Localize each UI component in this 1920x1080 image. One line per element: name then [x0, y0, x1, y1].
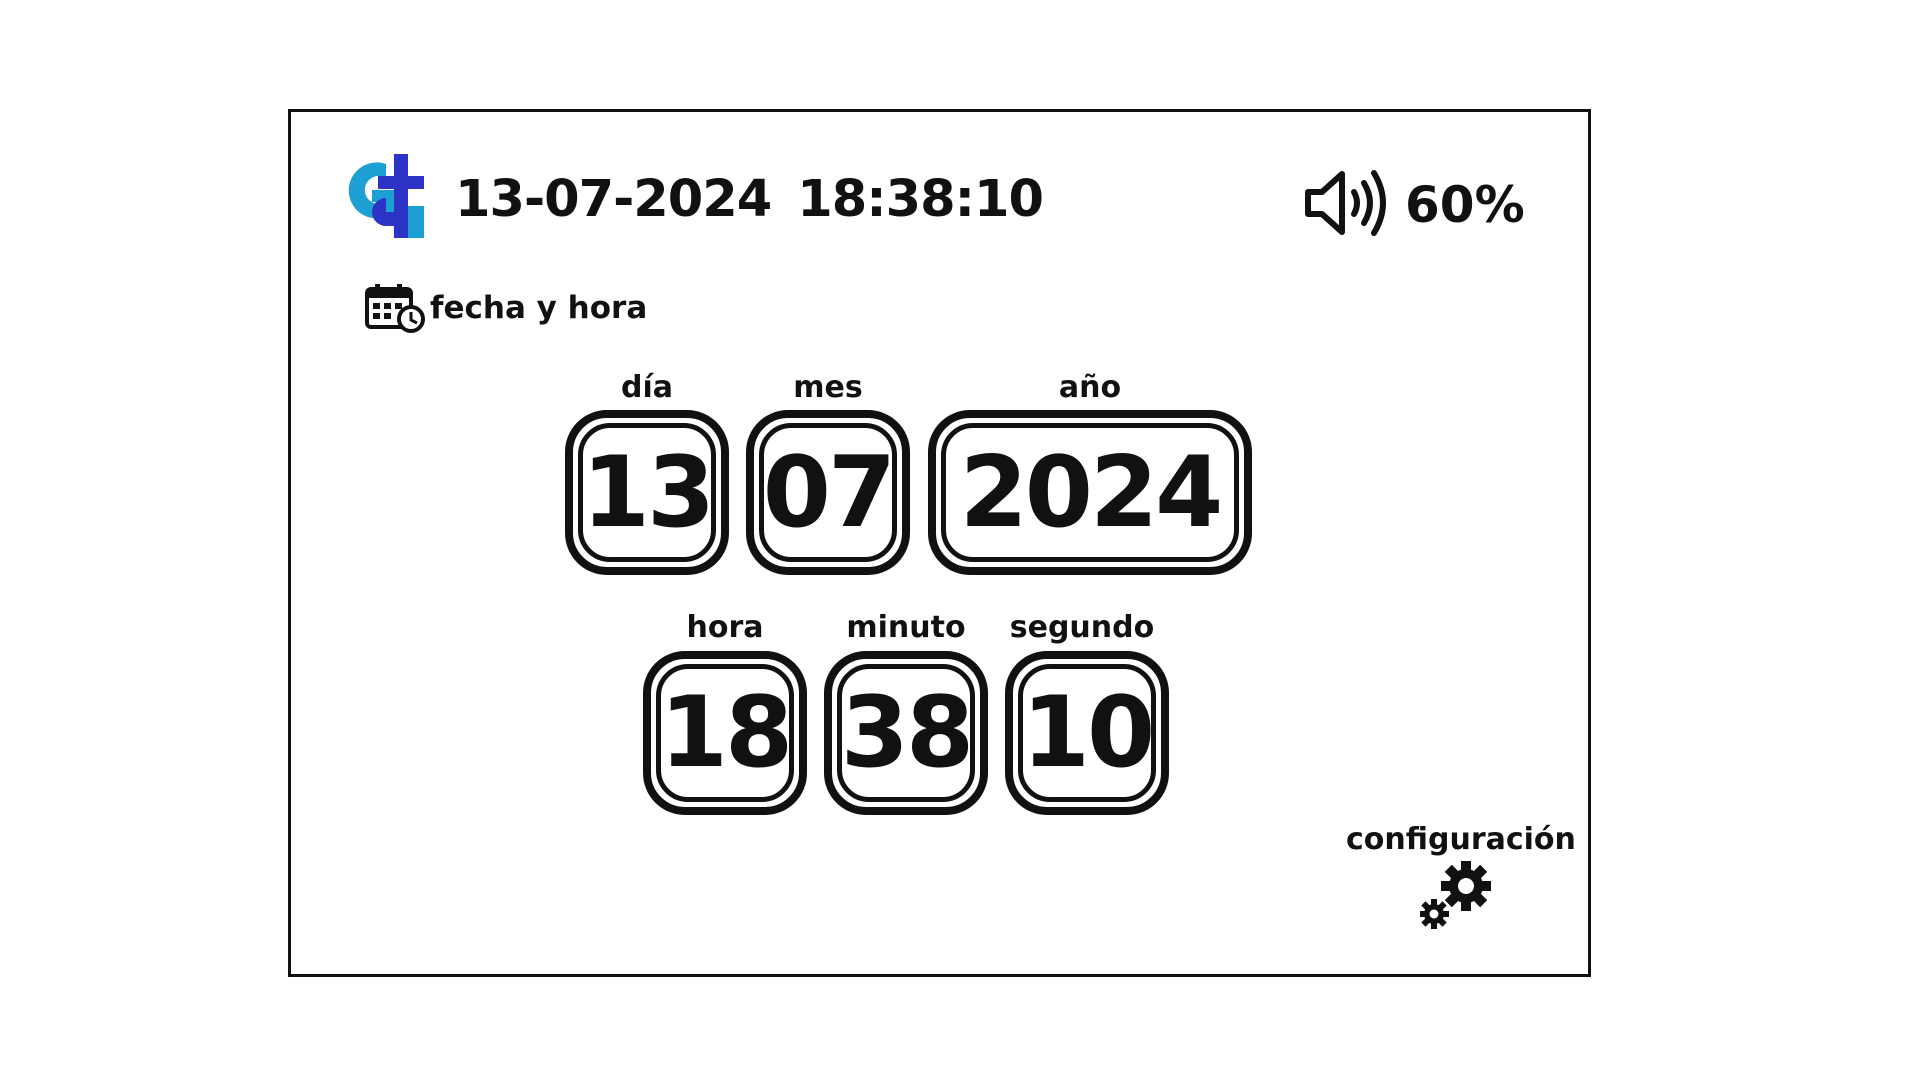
second-label: segundo [1009, 610, 1155, 645]
minute-label: minuto [846, 610, 966, 645]
second-field[interactable]: 10 [1005, 651, 1169, 815]
year-label: año [1058, 370, 1122, 405]
gears-icon[interactable] [1420, 860, 1492, 930]
year-field[interactable]: 2024 [928, 410, 1252, 575]
day-field[interactable]: 13 [565, 410, 729, 575]
calendar-clock-icon [365, 284, 425, 333]
logo [348, 154, 424, 238]
minute-field[interactable]: 38 [824, 651, 988, 815]
hour-field[interactable]: 18 [643, 651, 807, 815]
section-title: fecha y hora [430, 290, 648, 326]
month-label: mes [793, 370, 863, 405]
header-date: 13-07-2024 [455, 170, 772, 229]
volume-level: 60% [1405, 176, 1525, 234]
header-datetime: 13-07-2024 18:38:10 [455, 170, 1044, 229]
config-label[interactable]: configuración [1346, 822, 1576, 857]
day-label: día [620, 370, 673, 405]
speaker-icon[interactable] [1302, 166, 1392, 240]
hour-label: hora [686, 610, 764, 645]
month-field[interactable]: 07 [746, 410, 910, 575]
header-time: 18:38:10 [797, 170, 1044, 229]
